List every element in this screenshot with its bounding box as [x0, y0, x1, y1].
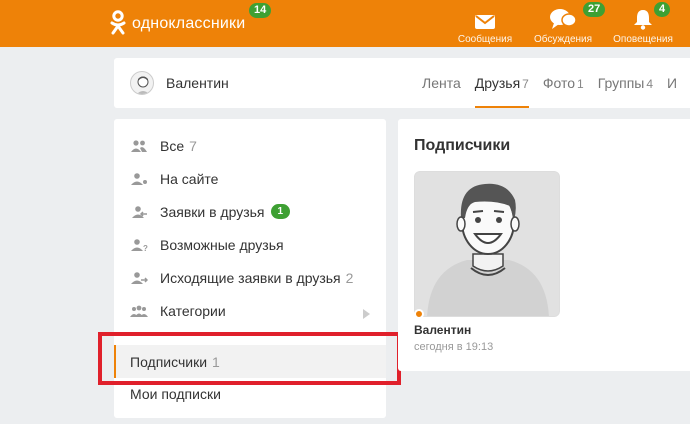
friend-name[interactable]: Валентин — [414, 323, 471, 337]
person-placeholder-icon — [415, 172, 559, 316]
profile-tabs: Лента Друзья 7 Фото 1 Группы 4 И — [422, 58, 690, 108]
menu-item-label: Возможные друзья — [160, 236, 284, 253]
menu-item-label: Заявки в друзья — [160, 203, 265, 220]
menu-item-label: Все — [160, 137, 185, 154]
tab-feed[interactable]: Лента — [422, 58, 461, 108]
menu-item-label: На сайте — [160, 170, 219, 187]
chat-bubbles-icon — [550, 9, 577, 29]
logo[interactable]: одноклассники 14 — [110, 3, 272, 36]
nav-notifications-label: Оповещения — [613, 34, 673, 45]
users-group-icon — [130, 304, 148, 318]
tab-more[interactable]: И — [667, 58, 677, 108]
menu-item-outgoing[interactable]: Исходящие заявки в друзья 2 — [114, 261, 386, 294]
online-status-icon — [414, 309, 424, 319]
top-bar: одноклассники 14 Сообщения Обсуждения 27 — [0, 0, 690, 47]
nav-notifications-badge: 4 — [654, 2, 671, 17]
menu-item-label: Мои подписки — [130, 385, 221, 402]
menu-item-possible-friends[interactable]: ? Возможные друзья — [114, 228, 386, 261]
page-title: Подписчики — [414, 137, 511, 154]
menu-item-count: 7 — [189, 137, 197, 154]
menu-item-label: Исходящие заявки в друзья — [160, 269, 341, 286]
profile-name[interactable]: Валентин — [166, 75, 229, 91]
ok-logo-icon — [110, 10, 126, 35]
friend-photo[interactable] — [414, 171, 560, 317]
menu-item-online[interactable]: На сайте — [114, 162, 386, 195]
default-avatar-icon — [136, 76, 150, 94]
bell-icon — [634, 10, 652, 30]
tab-photos-count: 1 — [577, 77, 584, 91]
user-question-icon: ? — [130, 238, 148, 252]
chevron-right-icon — [363, 306, 370, 322]
tab-groups-count: 4 — [646, 77, 654, 91]
envelope-icon — [475, 15, 495, 29]
tab-photos[interactable]: Фото 1 — [543, 58, 584, 108]
tab-friends[interactable]: Друзья 7 — [474, 58, 529, 108]
profile-bar: Валентин Лента Друзья 7 Фото 1 Группы 4 И — [114, 58, 690, 108]
user-online-icon — [130, 172, 148, 186]
user-incoming-icon — [130, 205, 148, 219]
menu-item-label: Категории — [160, 302, 226, 319]
menu-item-count: 2 — [345, 269, 354, 286]
logo-text: одноклассники — [132, 15, 246, 32]
requests-badge: 1 — [270, 204, 291, 219]
menu-item-requests[interactable]: Заявки в друзья 1 — [114, 195, 386, 228]
nav-messages[interactable]: Сообщения — [456, 6, 514, 45]
user-outgoing-icon — [130, 271, 148, 285]
svg-text:?: ? — [143, 244, 148, 251]
menu-item-categories[interactable]: Категории — [114, 294, 386, 327]
nav-discussions[interactable]: Обсуждения 27 — [531, 2, 606, 45]
nav-notifications[interactable]: Оповещения 4 — [610, 2, 676, 45]
tab-groups[interactable]: Группы 4 — [598, 58, 653, 108]
nav-messages-label: Сообщения — [457, 34, 513, 45]
highlight-frame — [98, 332, 401, 385]
menu-item-all[interactable]: Все 7 — [114, 129, 386, 162]
logo-badge: 14 — [249, 3, 272, 18]
tab-friends-count: 7 — [522, 77, 529, 91]
main-panel: Подписчики Валентин сегодня в 19:13 — [398, 119, 690, 371]
nav-discussions-label: Обсуждения — [533, 34, 593, 45]
avatar[interactable] — [130, 71, 154, 95]
nav-discussions-badge: 27 — [583, 2, 606, 17]
users-icon — [130, 139, 148, 153]
friend-last-seen: сегодня в 19:13 — [414, 341, 494, 353]
